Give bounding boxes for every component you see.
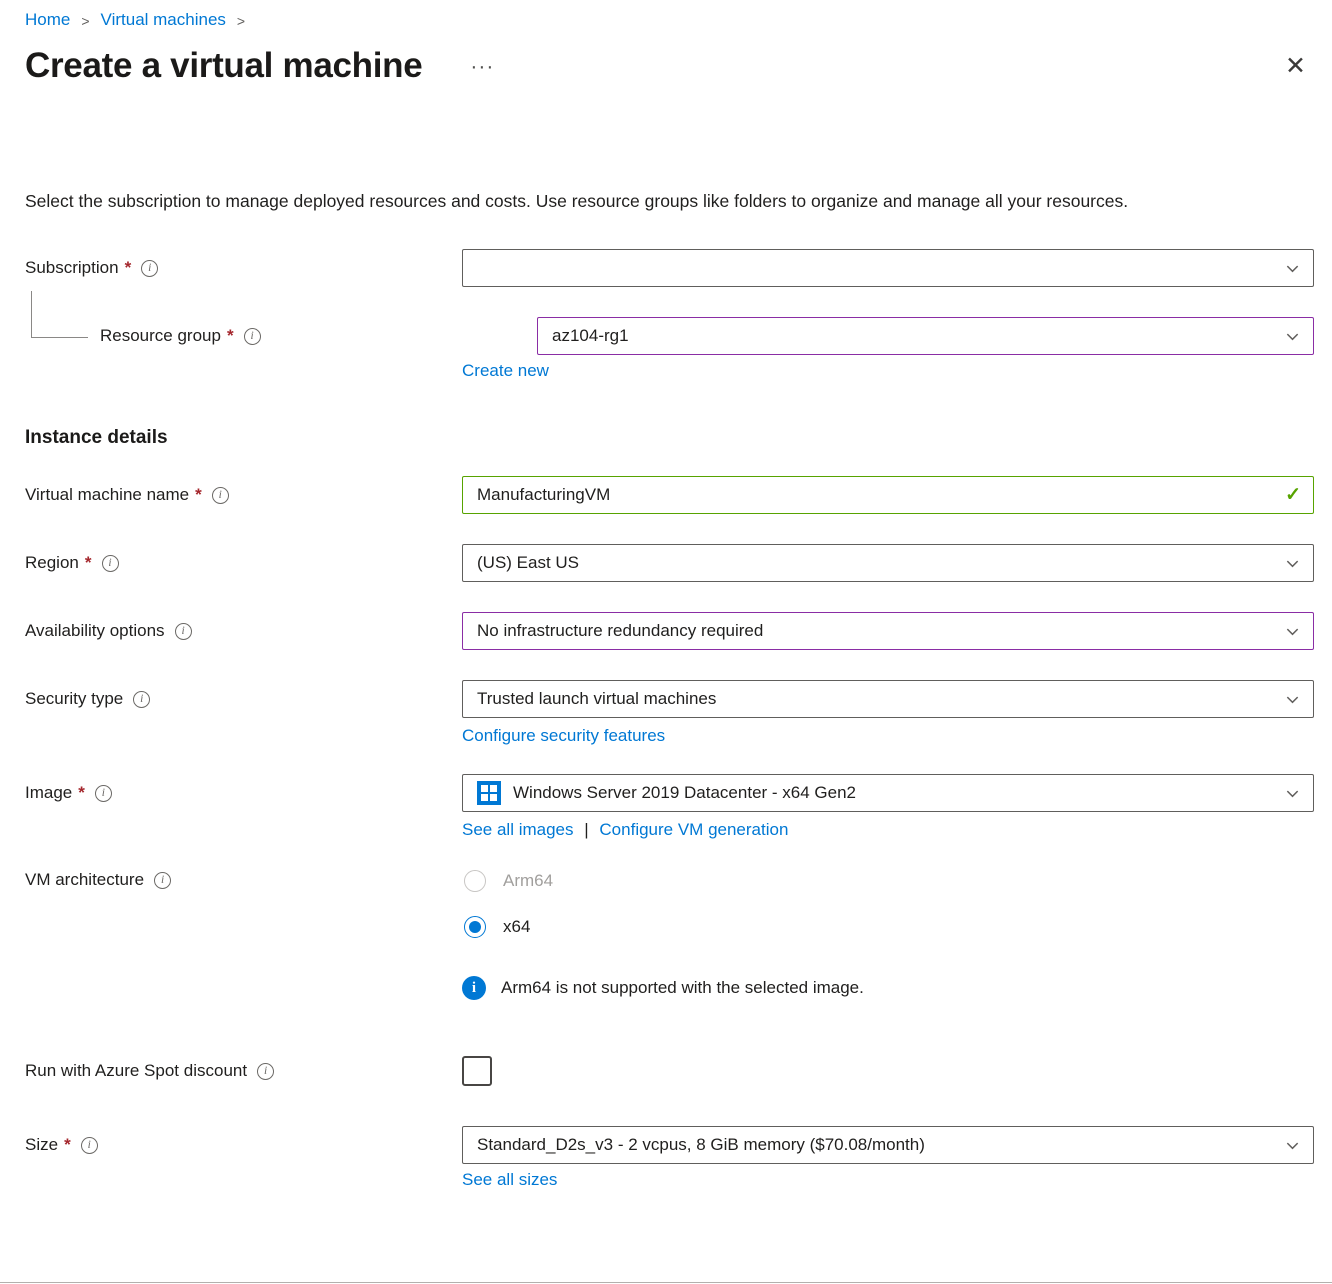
required-marker: * — [64, 1135, 71, 1155]
chevron-down-icon — [1285, 1138, 1300, 1153]
field-row-security-type: Security type i Trusted launch virtual m… — [25, 680, 1314, 718]
x64-radio-button[interactable] — [464, 916, 486, 938]
see-all-images-link[interactable]: See all images — [462, 820, 574, 839]
field-row-subscription: Subscription * i — [25, 249, 1314, 287]
breadcrumb-separator-icon: > — [81, 13, 89, 29]
configure-security-features-link[interactable]: Configure security features — [462, 726, 665, 745]
close-icon[interactable]: ✕ — [1283, 54, 1308, 79]
region-dropdown[interactable]: (US) East US — [462, 544, 1314, 582]
availability-options-value: No infrastructure redundancy required — [477, 621, 763, 641]
chevron-down-icon — [1285, 329, 1300, 344]
field-row-region: Region * i (US) East US — [25, 544, 1314, 582]
vm-name-label: Virtual machine name — [25, 485, 189, 505]
configure-vm-generation-link[interactable]: Configure VM generation — [599, 820, 788, 839]
availability-options-label: Availability options — [25, 621, 165, 641]
radio-option-arm64: Arm64 — [462, 868, 1314, 894]
field-row-vm-name: Virtual machine name * i ✓ — [25, 476, 1314, 514]
subscription-label: Subscription — [25, 258, 119, 278]
chevron-down-icon — [1285, 556, 1300, 571]
vm-name-input[interactable] — [462, 476, 1314, 514]
arch-info-message: i Arm64 is not supported with the select… — [462, 976, 1314, 1000]
required-marker: * — [227, 326, 234, 346]
bottom-divider — [0, 1282, 1332, 1283]
resource-group-value: az104-rg1 — [552, 326, 629, 346]
arch-info-text: Arm64 is not supported with the selected… — [501, 978, 864, 998]
region-label: Region — [25, 553, 79, 573]
availability-options-dropdown[interactable]: No infrastructure redundancy required — [462, 612, 1314, 650]
security-type-label: Security type — [25, 689, 123, 709]
more-options-icon[interactable]: ··· — [470, 56, 494, 77]
required-marker: * — [78, 783, 85, 803]
vm-architecture-label: VM architecture — [25, 870, 144, 890]
size-dropdown[interactable]: Standard_D2s_v3 - 2 vcpus, 8 GiB memory … — [462, 1126, 1314, 1164]
region-value: (US) East US — [477, 553, 579, 573]
chevron-down-icon — [1285, 261, 1300, 276]
create-new-resource-group-link[interactable]: Create new — [462, 361, 549, 380]
title-bar: Create a virtual machine ··· ✕ — [0, 30, 1332, 86]
breadcrumb-home-link[interactable]: Home — [25, 10, 70, 30]
radio-option-x64: x64 — [462, 914, 1314, 940]
security-type-dropdown[interactable]: Trusted launch virtual machines — [462, 680, 1314, 718]
spot-discount-checkbox[interactable] — [462, 1056, 492, 1086]
breadcrumb-virtual-machines-link[interactable]: Virtual machines — [101, 10, 226, 30]
field-row-spot-discount: Run with Azure Spot discount i — [25, 1056, 1314, 1086]
chevron-down-icon — [1285, 786, 1300, 801]
info-icon[interactable]: i — [257, 1063, 274, 1080]
instance-details-heading: Instance details — [25, 427, 1314, 449]
info-icon[interactable]: i — [95, 785, 112, 802]
field-row-availability-options: Availability options i No infrastructure… — [25, 612, 1314, 650]
tree-connector-line — [31, 291, 88, 338]
x64-radio-label: x64 — [503, 917, 530, 937]
info-icon[interactable]: i — [154, 872, 171, 889]
arm64-radio-button — [464, 870, 486, 892]
required-marker: * — [195, 485, 202, 505]
field-row-image: Image * i Windows Server 2019 Datacenter… — [25, 774, 1314, 812]
required-marker: * — [125, 258, 132, 278]
resource-group-label: Resource group — [100, 326, 221, 346]
page-title: Create a virtual machine — [25, 46, 422, 86]
info-icon[interactable]: i — [81, 1137, 98, 1154]
breadcrumb: Home > Virtual machines > — [0, 0, 1332, 30]
resource-group-dropdown[interactable]: az104-rg1 — [537, 317, 1314, 355]
size-label: Size — [25, 1135, 58, 1155]
breadcrumb-separator-icon: > — [237, 13, 245, 29]
see-all-sizes-link[interactable]: See all sizes — [462, 1170, 557, 1189]
size-value: Standard_D2s_v3 - 2 vcpus, 8 GiB memory … — [477, 1135, 925, 1155]
info-icon[interactable]: i — [175, 623, 192, 640]
chevron-down-icon — [1285, 692, 1300, 707]
info-icon[interactable]: i — [141, 260, 158, 277]
field-row-size: Size * i Standard_D2s_v3 - 2 vcpus, 8 Gi… — [25, 1126, 1314, 1164]
field-row-vm-architecture: VM architecture i Arm64 x64 — [25, 868, 1314, 940]
create-vm-form: Subscription * i Resource group * i az10… — [0, 217, 1332, 1190]
info-icon[interactable]: i — [102, 555, 119, 572]
image-label: Image — [25, 783, 72, 803]
field-row-resource-group: Resource group * i az104-rg1 — [25, 317, 1314, 355]
image-value: Windows Server 2019 Datacenter - x64 Gen… — [513, 783, 856, 803]
info-icon[interactable]: i — [212, 487, 229, 504]
link-separator: | — [584, 820, 588, 839]
info-filled-icon: i — [462, 976, 486, 1000]
chevron-down-icon — [1285, 624, 1300, 639]
subscription-dropdown[interactable] — [462, 249, 1314, 287]
windows-logo-icon — [477, 781, 501, 805]
valid-check-icon: ✓ — [1285, 484, 1301, 507]
intro-text: Select the subscription to manage deploy… — [25, 186, 1287, 217]
image-dropdown[interactable]: Windows Server 2019 Datacenter - x64 Gen… — [462, 774, 1314, 812]
security-type-value: Trusted launch virtual machines — [477, 689, 716, 709]
info-icon[interactable]: i — [244, 328, 261, 345]
spot-discount-label: Run with Azure Spot discount — [25, 1061, 247, 1081]
arm64-radio-label: Arm64 — [503, 871, 553, 891]
info-icon[interactable]: i — [133, 691, 150, 708]
required-marker: * — [85, 553, 92, 573]
